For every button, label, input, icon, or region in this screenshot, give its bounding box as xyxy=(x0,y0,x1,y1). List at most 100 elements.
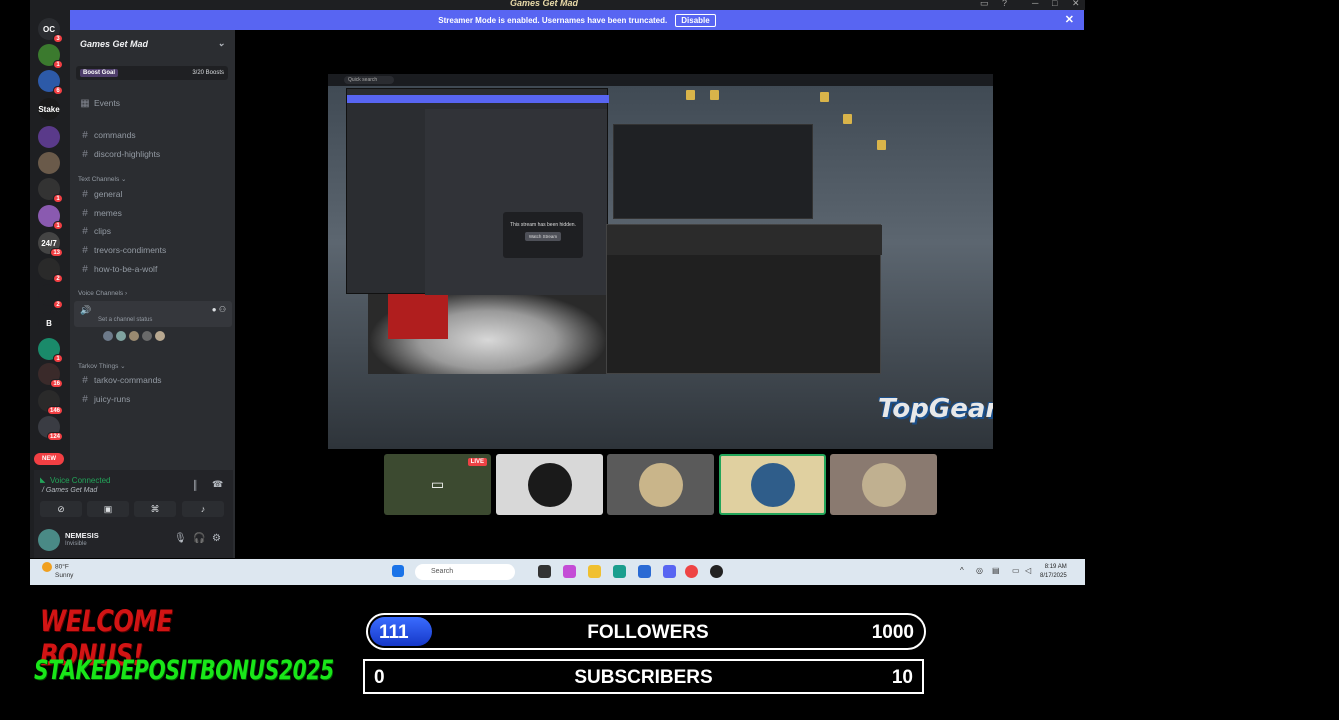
channel-commands[interactable]: # commands xyxy=(78,127,228,143)
server-icon[interactable] xyxy=(38,152,60,174)
store-icon[interactable] xyxy=(638,565,651,578)
headphones-icon[interactable]: 🎧 xyxy=(193,533,205,544)
participant-tile[interactable] xyxy=(830,454,937,515)
maximize-button[interactable]: □ xyxy=(1052,0,1057,8)
server-icon[interactable]: 1 xyxy=(38,205,63,230)
watch-stream-button[interactable]: Watch Stream xyxy=(524,232,562,241)
participant-tile-speaking[interactable] xyxy=(719,454,826,515)
subscribers-goal-bar: 0 SUBSCRIBERS 10 xyxy=(363,659,924,694)
noise-suppression-icon[interactable]: ║ xyxy=(192,480,198,490)
app-icon[interactable] xyxy=(710,565,723,578)
events-item[interactable]: ▦ Events xyxy=(78,95,228,111)
activities-button[interactable]: ⌘ xyxy=(134,501,176,517)
windows-start-icon[interactable] xyxy=(392,565,404,577)
screen-share-button[interactable]: ▣ xyxy=(87,501,129,517)
server-icon[interactable]: 1 xyxy=(38,44,63,69)
chat-icon[interactable]: ● ⚇ xyxy=(212,305,226,314)
server-icon[interactable]: 16 xyxy=(38,363,63,388)
category-tarkov-things[interactable]: Tarkov Things ⌄ xyxy=(78,362,126,370)
channel-label: how-to-be-a-wolf xyxy=(94,264,158,274)
server-icon[interactable]: 124 xyxy=(38,416,63,441)
participant-tile[interactable] xyxy=(607,454,714,515)
hash-icon: # xyxy=(82,148,88,160)
signal-icon[interactable]: ◣ xyxy=(40,476,45,484)
server-icon[interactable]: 146 xyxy=(38,390,63,415)
display-icon[interactable]: ▭ xyxy=(1012,566,1020,575)
volume-icon[interactable]: ◁ xyxy=(1025,566,1031,575)
channel-trevors-condiments[interactable]: # trevors-condiments xyxy=(78,242,228,258)
channel-how-to-be-a-wolf[interactable]: # how-to-be-a-wolf xyxy=(78,261,228,277)
task-view-icon[interactable] xyxy=(538,565,551,578)
username[interactable]: NEMESIS xyxy=(65,531,99,540)
network-icon[interactable]: ◎ xyxy=(976,566,983,575)
inbox-icon[interactable]: ▭ xyxy=(980,0,989,9)
server-icon[interactable] xyxy=(38,126,60,148)
avatar[interactable] xyxy=(102,330,114,342)
window-title: Games Get Mad xyxy=(510,0,579,8)
time: 8:19 AM xyxy=(1044,564,1067,570)
server-icon[interactable]: 24/7 13 xyxy=(38,232,63,257)
close-window-button[interactable]: ✕ xyxy=(1072,0,1080,9)
stream-discord-window xyxy=(346,88,609,295)
server-header[interactable]: Games Get Mad ⌄ xyxy=(70,30,235,58)
camera-off-button[interactable]: ⊘ xyxy=(40,501,82,517)
tray-chevron-icon[interactable]: ^ xyxy=(960,566,964,575)
close-icon[interactable]: ✕ xyxy=(1065,13,1074,26)
boost-goal[interactable]: Boost Goal 3/20 Boosts xyxy=(76,66,228,80)
notification-badge: 2 xyxy=(53,300,63,309)
channel-status[interactable]: Set a channel status xyxy=(98,317,152,323)
taskbar-search[interactable]: Search xyxy=(415,564,515,580)
discord-icon[interactable] xyxy=(663,565,676,578)
disconnect-icon[interactable]: ☎ xyxy=(212,479,223,490)
vpn-icon[interactable]: ▤ xyxy=(992,566,1000,575)
channel-label: tarkov-commands xyxy=(94,375,162,385)
help-icon[interactable]: ? xyxy=(1002,0,1007,8)
category-text-channels[interactable]: Text Channels ⌄ xyxy=(78,175,126,183)
notification-badge: 146 xyxy=(46,406,63,415)
channel-clips[interactable]: # clips xyxy=(78,223,228,239)
streamer-mode-banner: Streamer Mode is enabled. Usernames have… xyxy=(70,10,1084,30)
events-label: Events xyxy=(94,98,120,108)
avatar[interactable] xyxy=(38,529,60,551)
copilot-icon[interactable] xyxy=(563,565,576,578)
voice-status[interactable]: Voice Connected xyxy=(50,476,111,485)
avatar[interactable] xyxy=(141,330,153,342)
server-icon[interactable]: 1 xyxy=(38,338,63,363)
avatar[interactable] xyxy=(128,330,140,342)
server-icon[interactable]: 6 xyxy=(38,70,63,95)
server-icon[interactable]: 2 xyxy=(38,258,63,283)
participant-tile-live[interactable]: ▭ LIVE xyxy=(384,454,491,515)
channel-tarkov-commands[interactable]: # tarkov-commands xyxy=(78,372,228,388)
participant-tile[interactable] xyxy=(496,454,603,515)
channel-general[interactable]: # general xyxy=(78,186,228,202)
server-icon[interactable]: B xyxy=(38,312,60,334)
chrome-icon[interactable] xyxy=(685,565,698,578)
file-explorer-icon[interactable] xyxy=(588,565,601,578)
microphone-icon[interactable]: 🎙 xyxy=(174,533,187,544)
soundboard-button[interactable]: ♪ xyxy=(182,501,224,517)
category-voice-channels[interactable]: Voice Channels › xyxy=(78,290,127,297)
channel-memes[interactable]: # memes xyxy=(78,205,228,221)
server-icon[interactable]: Stake xyxy=(38,98,60,120)
subscribers-goal: 10 xyxy=(891,667,913,688)
gear-icon[interactable]: ⚙ xyxy=(212,533,221,544)
taskbar-clock[interactable]: 8:19 AM 8/17/2025 xyxy=(1040,563,1067,581)
voice-channel-active[interactable]: 🔊 ● ⚇ Set a channel status xyxy=(74,301,232,327)
weather-widget[interactable]: 80°F Sunny xyxy=(42,562,73,579)
notification-badge: 1 xyxy=(53,221,63,230)
avatar[interactable] xyxy=(115,330,127,342)
server-icon[interactable]: 1 xyxy=(38,178,63,203)
edge-icon[interactable] xyxy=(613,565,626,578)
voice-location[interactable]: / Games Get Mad xyxy=(42,487,97,494)
channel-label: general xyxy=(94,189,123,199)
server-icon[interactable]: 2 xyxy=(38,284,63,309)
channel-discord-highlights[interactable]: # discord-highlights xyxy=(78,146,228,162)
channel-juicy-runs[interactable]: # juicy-runs xyxy=(78,391,228,407)
disable-streamer-mode-button[interactable]: Disable xyxy=(675,13,716,27)
stream-view[interactable]: Quick search This stream has been hidden… xyxy=(328,74,993,449)
avatar[interactable] xyxy=(154,330,166,342)
minimize-button[interactable]: ─ xyxy=(1032,0,1038,8)
server-label: Stake xyxy=(38,104,60,114)
folder-icon xyxy=(686,90,695,100)
server-icon[interactable]: OC 3 xyxy=(38,18,63,43)
